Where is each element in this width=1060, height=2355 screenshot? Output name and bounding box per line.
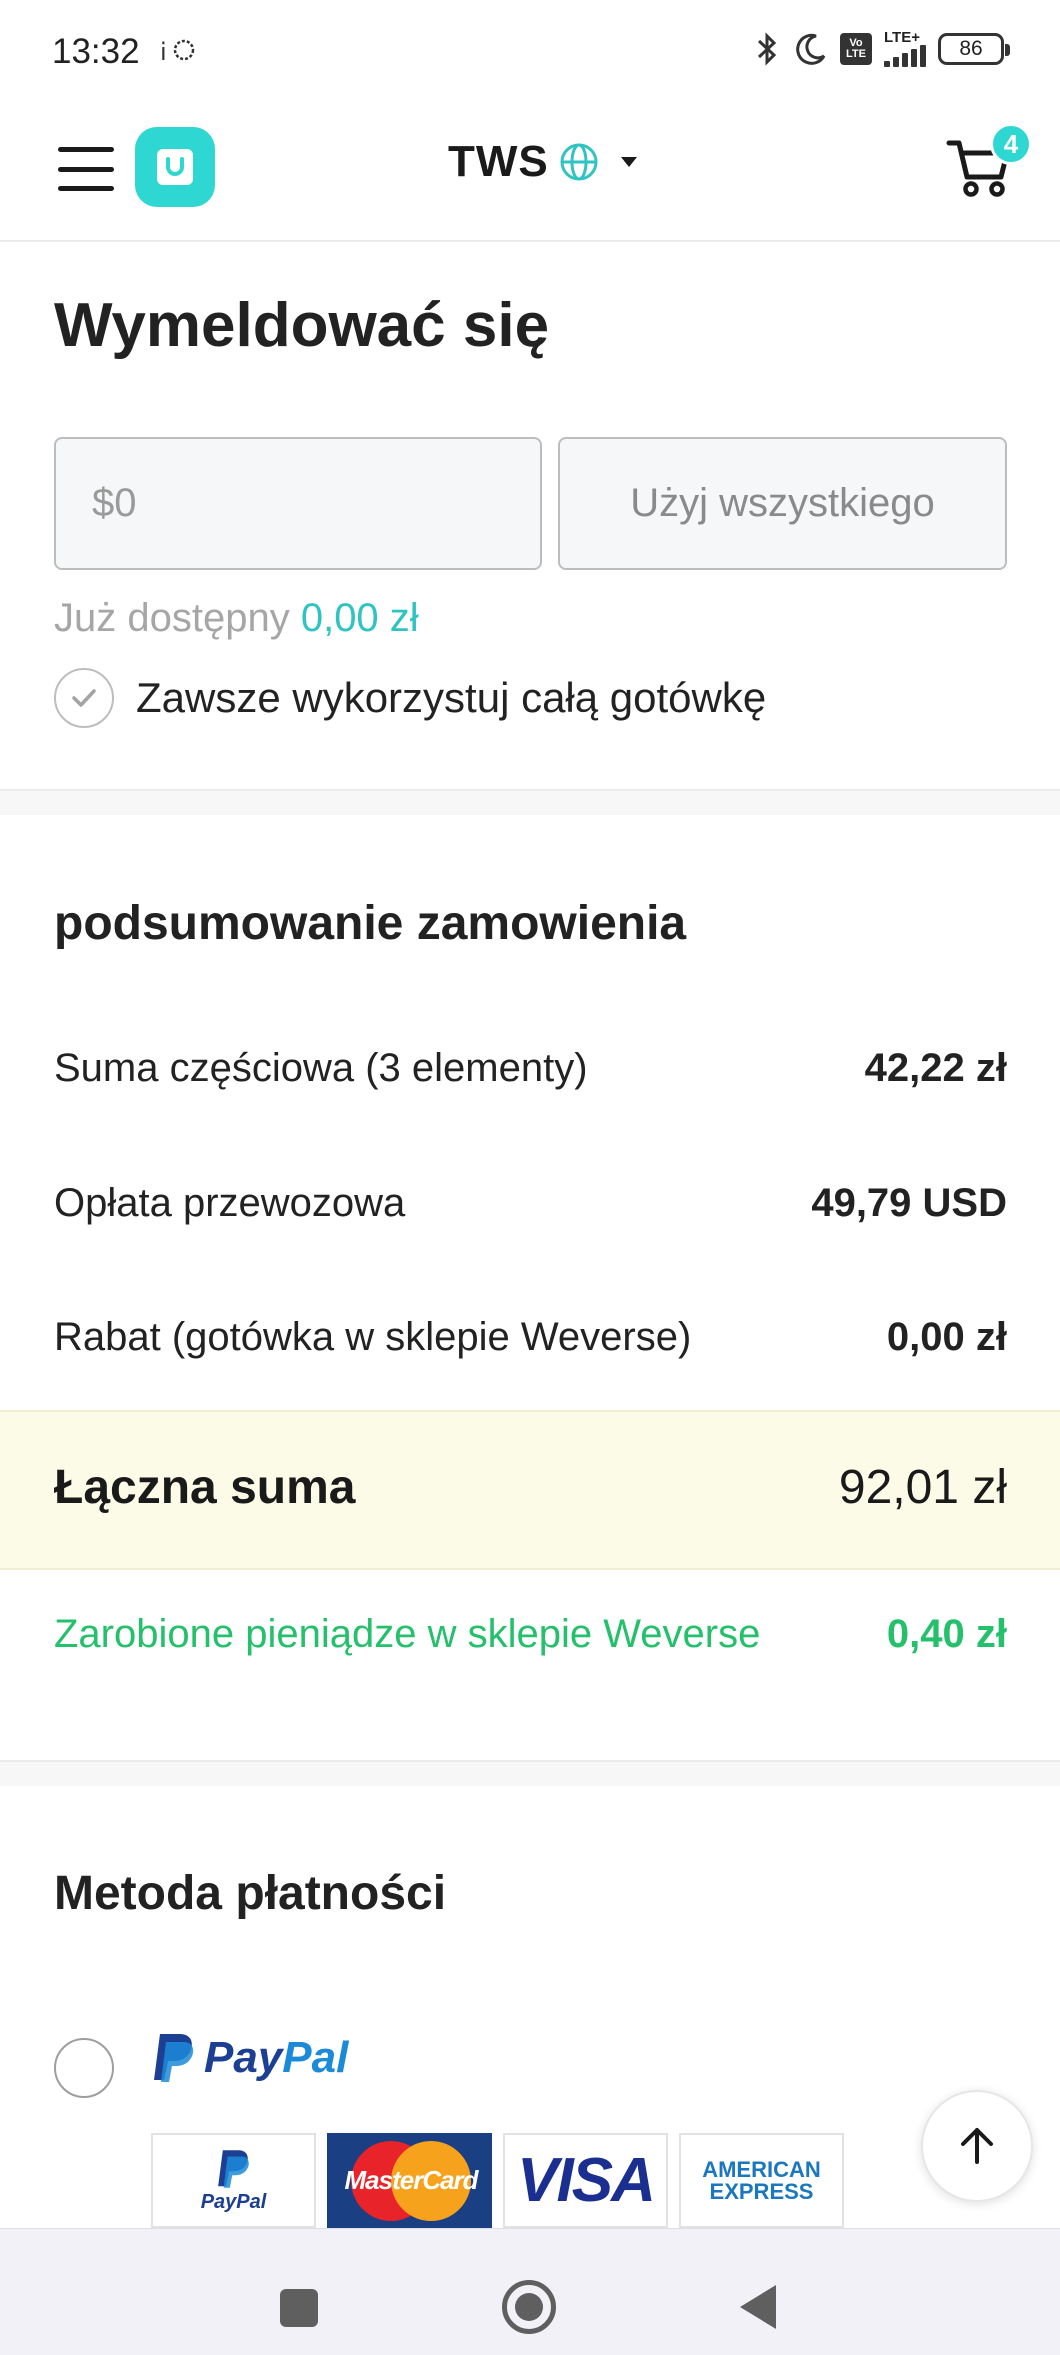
globe-icon: [560, 143, 598, 181]
paypal-label: PayPal: [204, 2033, 348, 2083]
section-divider: [0, 789, 1060, 815]
system-nav-bar: [0, 2228, 1060, 2355]
earned-cash-value: 0,40 zł: [886, 1612, 1007, 1656]
total-label: Łączna suma: [54, 1461, 356, 1514]
card-paypal-label: PayPal: [200, 2191, 267, 2213]
use-all-button[interactable]: Użyj wszystkiego: [558, 437, 1007, 570]
page-title: Wymeldować się: [54, 291, 550, 360]
summary-row-value: 49,79 USD: [811, 1181, 1007, 1225]
store-selector[interactable]: TWS: [448, 137, 649, 187]
volte-icon: Vo LTE: [840, 32, 872, 65]
always-use-cash-option[interactable]: Zawsze wykorzystuj całą gotówkę: [54, 668, 766, 728]
status-time: 13:32: [52, 32, 140, 71]
summary-row-value: 0,00 zł: [886, 1315, 1007, 1359]
cash-amount-input[interactable]: $0: [54, 437, 542, 570]
payment-method-title: Metoda płatności: [54, 1867, 447, 1920]
home-button[interactable]: [502, 2280, 556, 2334]
notification-icon: i: [160, 36, 196, 71]
total-row: Łączna suma 92,01 zł: [54, 1460, 1007, 1515]
card-mastercard-label: MasterCard: [344, 2164, 479, 2195]
paypal-icon: [218, 2150, 250, 2188]
card-mastercard: MasterCard: [327, 2133, 492, 2228]
paypal-option[interactable]: PayPal: [150, 2032, 348, 2084]
moon-icon: [796, 33, 826, 65]
card-paypal: PayPal: [151, 2133, 316, 2228]
cash-amount-placeholder: $0: [92, 481, 137, 525]
summary-row-subtotal: Suma częściowa (3 elementy) 42,22 zł: [54, 1046, 1007, 1091]
summary-row-shipping: Opłata przewozowa 49,79 USD: [54, 1181, 1007, 1226]
paypal-icon: [154, 2034, 194, 2082]
always-use-label: Zawsze wykorzystuj całą gotówkę: [136, 674, 767, 721]
shop-bag-icon[interactable]: [135, 127, 215, 207]
section-divider: [0, 1760, 1060, 1786]
total-value: 92,01 zł: [838, 1461, 1007, 1514]
earned-cash-label: Zarobione pieniądze w sklepie Weverse: [54, 1612, 761, 1656]
always-use-checkbox[interactable]: [54, 668, 114, 728]
available-label: Już dostępny: [54, 596, 290, 640]
hamburger-icon[interactable]: [58, 147, 114, 191]
paypal-radio[interactable]: [54, 2038, 114, 2098]
available-amount: 0,00 zł: [300, 596, 419, 640]
earned-cash-row: Zarobione pieniądze w sklepie Weverse 0,…: [54, 1612, 1007, 1657]
summary-row-label: Suma częściowa (3 elementy): [54, 1046, 588, 1090]
card-visa-label: VISA: [517, 2146, 656, 2215]
summary-row-discount: Rabat (gotówka w sklepie Weverse) 0,00 z…: [54, 1315, 1007, 1360]
summary-row-label: Rabat (gotówka w sklepie Weverse): [54, 1315, 692, 1359]
available-cash: Już dostępny 0,00 zł: [54, 596, 419, 641]
network-type: LTE+: [884, 29, 920, 46]
accepted-cards: PayPal MasterCard VISA AMERICAN EXPRESS: [151, 2133, 844, 2228]
summary-row-label: Opłata przewozowa: [54, 1181, 406, 1225]
order-summary-title: podsumowanie zamowienia: [54, 897, 687, 950]
paypal-label-pal: Pal: [282, 2033, 349, 2082]
store-name: TWS: [448, 137, 549, 186]
check-icon: [72, 689, 96, 707]
caret-down-icon: [620, 157, 637, 167]
card-visa: VISA: [503, 2133, 668, 2228]
paypal-label-pay: Pay: [204, 2033, 283, 2082]
status-bar: 13:32 i Vo LTE LTE+ 86: [0, 0, 1060, 105]
cart-count-badge: 4: [990, 123, 1032, 165]
scroll-to-top-button[interactable]: [921, 2090, 1033, 2202]
recent-apps-button[interactable]: [280, 2289, 318, 2327]
card-amex-label: AMERICAN EXPRESS: [702, 2156, 821, 2204]
battery-icon: 86: [938, 32, 1010, 65]
bluetooth-icon: [757, 31, 777, 66]
signal-icon: [884, 45, 926, 67]
status-icons: Vo LTE LTE+ 86: [752, 29, 1010, 67]
app-header: TWS 4: [0, 105, 1060, 242]
battery-level: 86: [959, 36, 983, 60]
arrow-up-icon: [961, 2128, 993, 2164]
summary-row-value: 42,22 zł: [864, 1046, 1007, 1090]
back-button[interactable]: [740, 2285, 776, 2329]
card-amex: AMERICAN EXPRESS: [679, 2133, 844, 2228]
svg-text:i: i: [160, 38, 167, 66]
